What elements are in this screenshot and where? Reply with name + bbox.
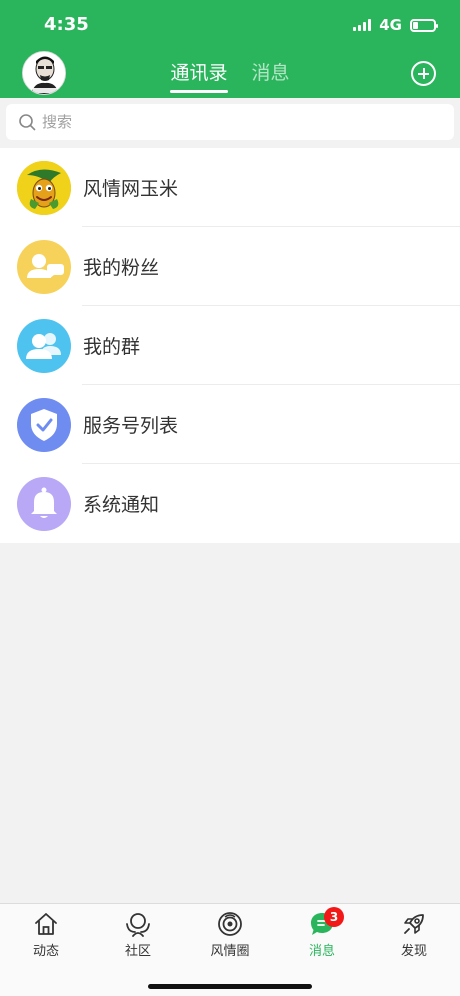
search-bar[interactable] (6, 104, 454, 140)
top-header: 4:35 4G 通讯录 消息 (0, 0, 460, 98)
network-type: 4G (379, 16, 402, 34)
house-icon (35, 913, 57, 935)
tabbar-item-messages[interactable]: 3 消息 (276, 904, 368, 964)
signal-icon (353, 19, 372, 31)
tabbar-item-discover[interactable]: 发现 (368, 904, 460, 964)
list-item-service-accounts[interactable]: 服务号列表 (0, 385, 460, 464)
search-icon (18, 113, 36, 131)
add-button[interactable] (411, 61, 436, 86)
status-time: 4:35 (44, 14, 89, 35)
list-item-fans[interactable]: 我的粉丝 (0, 227, 460, 306)
tabbar-label: 社区 (124, 944, 151, 959)
list-item-groups[interactable]: 我的群 (0, 306, 460, 385)
contact-list: 风情网玉米 我的粉丝 我的群 服务号列表 系统通知 (0, 148, 460, 543)
tab-contacts[interactable]: 通讯录 (170, 58, 228, 95)
tabbar-label: 风情圈 (210, 944, 250, 959)
bottom-tabbar: 动态 社区 风情圈 3 消息 发现 (0, 903, 460, 996)
list-item-label: 服务号列表 (83, 415, 179, 437)
shield-check-icon (17, 397, 71, 452)
tabbar-label: 发现 (400, 944, 427, 959)
list-item-label: 风情网玉米 (83, 178, 179, 200)
corn-mascot-avatar (17, 160, 71, 215)
rocket-icon (404, 914, 424, 934)
tabbar-item-community[interactable]: 社区 (92, 904, 184, 964)
header-tabs: 通讯录 消息 (0, 58, 460, 95)
tabbar-label: 消息 (308, 944, 335, 959)
unread-badge: 3 (324, 907, 344, 927)
tabbar-item-circle[interactable]: 风情圈 (184, 904, 276, 964)
tabbar-item-moments[interactable]: 动态 (0, 904, 92, 964)
search-area (0, 98, 460, 148)
circle-icon (218, 912, 242, 936)
group-icon (17, 318, 71, 373)
tab-messages[interactable]: 消息 (252, 58, 290, 95)
home-indicator (148, 984, 312, 989)
list-item-label: 系统通知 (83, 494, 160, 516)
list-item-label: 我的粉丝 (83, 257, 160, 279)
tabbar-label: 动态 (32, 944, 59, 959)
fans-icon (17, 239, 71, 294)
battery-icon (410, 18, 438, 32)
status-indicators: 4G (353, 16, 438, 34)
list-item-corn[interactable]: 风情网玉米 (0, 148, 460, 227)
list-item-label: 我的群 (83, 336, 141, 358)
list-item-system-notice[interactable]: 系统通知 (0, 464, 460, 543)
search-input[interactable] (42, 113, 432, 131)
bell-icon (17, 476, 71, 531)
community-icon (126, 913, 150, 937)
